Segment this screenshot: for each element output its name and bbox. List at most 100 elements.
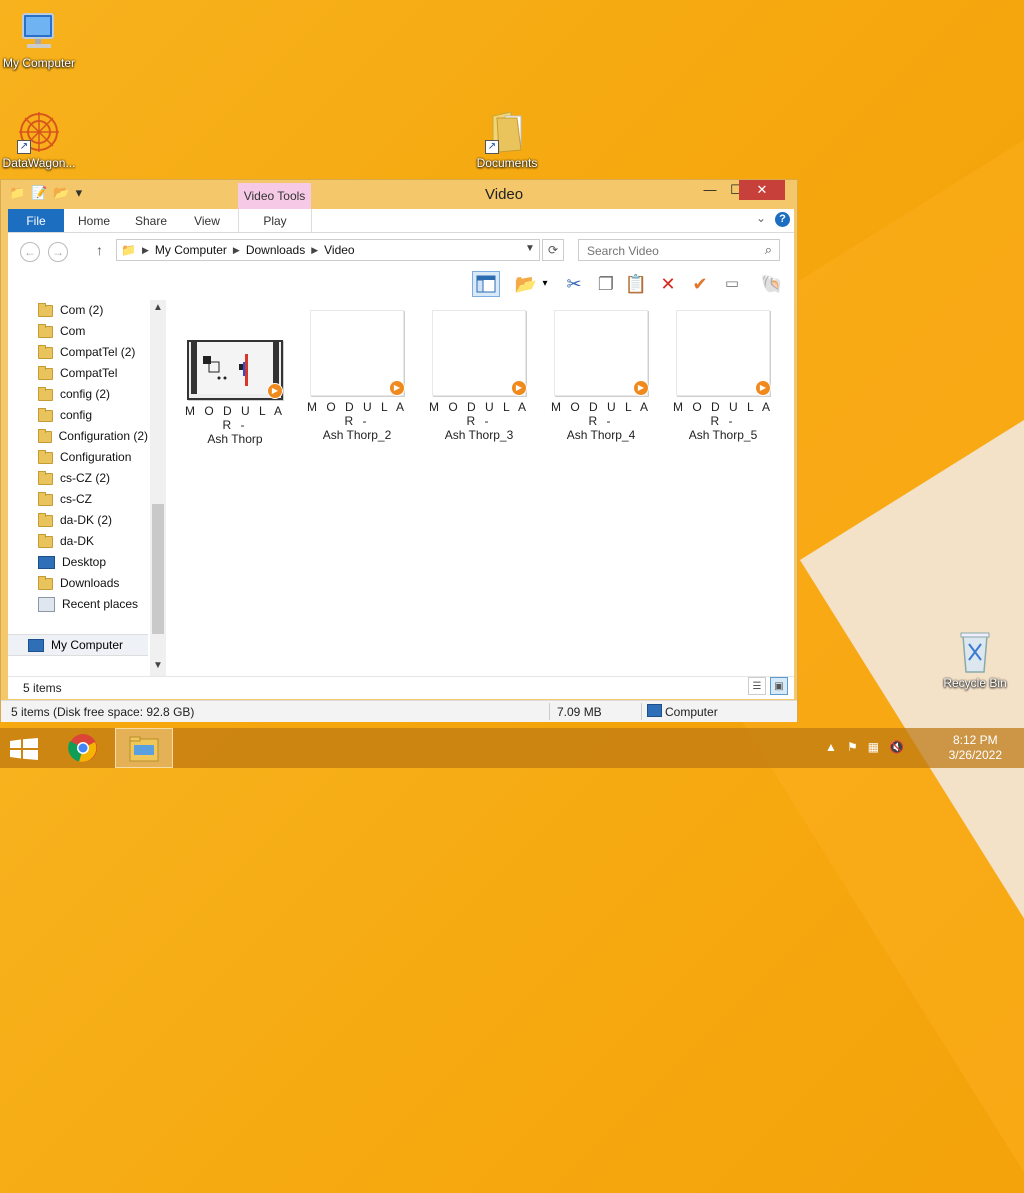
desktop-icon-recycle-bin[interactable]: Recycle Bin <box>932 630 1018 690</box>
properties-icon[interactable]: ▭ <box>718 271 746 297</box>
forward-button[interactable]: → <box>48 242 68 262</box>
nav-item-config[interactable]: config <box>38 405 92 426</box>
scroll-down-icon[interactable]: ▼ <box>150 660 166 671</box>
file-item[interactable]: ▶ M O D U L A R - Ash Thorp_2 <box>304 310 410 442</box>
nav-item-da-dk[interactable]: da-DK <box>38 531 94 552</box>
close-button[interactable]: ✕ <box>739 180 785 200</box>
file-item[interactable]: ▶ M O D U L A R - Ash Thorp_3 <box>426 310 532 442</box>
desktop-icon <box>38 556 55 569</box>
tab-share[interactable]: Share <box>128 209 174 232</box>
scrollbar-thumb[interactable] <box>152 504 164 634</box>
tab-file[interactable]: File <box>8 209 64 232</box>
nav-item-desktop[interactable]: Desktop <box>38 552 106 573</box>
nav-item-recent-places[interactable]: Recent places <box>38 594 138 615</box>
shell-icon[interactable]: 🐚 <box>758 271 786 297</box>
search-icon[interactable]: ⌕ <box>765 242 772 258</box>
cut-icon[interactable]: ✂ <box>560 271 588 297</box>
nav-item-compattel[interactable]: CompatTel <box>38 363 117 384</box>
tab-play[interactable]: Play <box>238 209 312 232</box>
breadcrumb-downloads[interactable]: Downloads <box>246 243 305 257</box>
nav-item-label: Recent places <box>62 597 139 611</box>
nav-item-label: My Computer <box>51 638 124 652</box>
shortcut-arrow-icon: ↗ <box>485 140 499 154</box>
start-button[interactable] <box>10 738 38 763</box>
nav-item-label: CompatTel (2) <box>60 345 136 359</box>
rename-check-icon[interactable]: ✔ <box>686 271 714 297</box>
search-input[interactable] <box>585 241 759 261</box>
up-arrow-icon[interactable]: ↑ <box>96 242 103 258</box>
nav-item-label: Com <box>60 324 86 338</box>
nav-item-cs-cz[interactable]: cs-CZ <box>38 489 92 510</box>
volume-muted-icon[interactable]: 🔇 <box>889 740 904 754</box>
taskbar-file-explorer[interactable] <box>115 728 173 768</box>
refresh-button[interactable]: ⟳ <box>542 239 564 261</box>
nav-item-compattel-2[interactable]: CompatTel (2) <box>38 342 135 363</box>
play-icon: ▶ <box>267 383 283 399</box>
nav-item-config-2[interactable]: config (2) <box>38 384 110 405</box>
address-history-dropdown-icon[interactable]: ▼ <box>525 243 535 254</box>
nav-item-com[interactable]: Com <box>38 321 85 342</box>
large-icons-view-icon[interactable]: ▣ <box>770 677 788 695</box>
desktop-icon-datawagon[interactable]: ↗ DataWagon... <box>0 110 82 170</box>
chevron-right-icon: ▶ <box>311 244 319 255</box>
nav-item-label: config (2) <box>60 387 111 401</box>
file-item[interactable]: ▶ M O D U L A R - Ash Thorp <box>182 310 288 446</box>
chevron-down-icon[interactable]: ▾ <box>538 271 552 297</box>
clock[interactable]: 8:12 PM 3/26/2022 <box>949 733 1002 763</box>
chevron-right-icon: ▶ <box>232 244 240 255</box>
delete-icon[interactable]: ✕ <box>654 271 682 297</box>
scroll-up-icon[interactable]: ▲ <box>150 302 166 313</box>
network-icon[interactable]: ▦ <box>868 740 879 754</box>
blank-thumbnail: ▶ <box>310 310 405 396</box>
nav-item-downloads[interactable]: Downloads <box>38 573 119 594</box>
desktop-icon-label: My Computer <box>2 56 76 70</box>
nav-item-configuration[interactable]: Configuration <box>38 447 131 468</box>
datawagon-icon: ↗ <box>15 110 63 154</box>
navigation-pane-button[interactable] <box>472 271 500 297</box>
clock-time: 8:12 PM <box>952 733 998 747</box>
details-view-icon[interactable]: ☰ <box>748 677 766 695</box>
file-name-line1: M O D U L A R - <box>307 400 407 428</box>
desktop-icon-documents[interactable]: ↗ Documents <box>464 110 550 170</box>
ribbon-expand-icon[interactable]: ⌄ <box>756 211 766 225</box>
desktop-icon-my-computer[interactable]: My Computer <box>0 10 82 70</box>
new-folder-icon[interactable]: 📂 <box>53 185 69 201</box>
properties-folder-icon[interactable]: 📂 <box>512 271 540 297</box>
properties-icon[interactable]: 📝 <box>31 185 47 201</box>
file-name-line2: Ash Thorp_4 <box>566 428 636 442</box>
downloads-folder-icon <box>38 575 53 590</box>
nav-pane-scrollbar[interactable]: ▲ ▼ <box>150 300 166 676</box>
show-hidden-icons-icon[interactable]: ▲ <box>825 740 837 754</box>
action-center-flag-icon[interactable]: ⚑ <box>847 740 858 754</box>
nav-item-label: Configuration <box>60 450 132 464</box>
back-button[interactable]: ← <box>20 242 40 262</box>
item-count: 5 items <box>23 681 62 695</box>
nav-item-da-dk-2[interactable]: da-DK (2) <box>38 510 112 531</box>
help-icon[interactable]: ? <box>775 212 790 227</box>
title-bar[interactable]: 📁 📝 📂 ▾ Video Tools Video — ☐ ✕ <box>1 180 797 209</box>
folder-icon <box>38 512 53 527</box>
taskbar-chrome[interactable] <box>56 728 110 768</box>
breadcrumb-video[interactable]: Video <box>324 243 354 257</box>
file-item[interactable]: ▶ M O D U L A R - Ash Thorp_4 <box>548 310 654 442</box>
ribbon-tabs: File Home Share View Play ⌄ ? <box>8 209 794 233</box>
nav-item-label: Downloads <box>60 576 120 590</box>
address-bar[interactable]: 📁 ▶ My Computer ▶ Downloads ▶ Video <box>116 239 540 261</box>
customize-dropdown-icon[interactable]: ▾ <box>76 185 83 201</box>
copy-icon[interactable]: ❐ <box>592 271 620 297</box>
nav-item-configuration-2[interactable]: Configuration (2) <box>38 426 148 447</box>
tab-home[interactable]: Home <box>70 209 118 232</box>
paste-icon[interactable]: 📋 <box>622 271 650 297</box>
folder-icon[interactable]: 📁 <box>9 185 25 201</box>
breadcrumb-my-computer[interactable]: My Computer <box>155 243 227 257</box>
tab-view[interactable]: View <box>184 209 230 232</box>
video-thumbnail: ▶ <box>187 340 283 400</box>
documents-folder-icon: ↗ <box>483 110 531 154</box>
blank-thumbnail: ▶ <box>432 310 527 396</box>
nav-item-com-2[interactable]: Com (2) <box>38 300 103 321</box>
computer-icon <box>647 704 662 717</box>
file-item[interactable]: ▶ M O D U L A R - Ash Thorp_5 <box>670 310 776 442</box>
folder-icon <box>38 470 53 485</box>
nav-item-cs-cz-2[interactable]: cs-CZ (2) <box>38 468 110 489</box>
nav-item-my-computer[interactable]: My Computer <box>8 634 148 656</box>
